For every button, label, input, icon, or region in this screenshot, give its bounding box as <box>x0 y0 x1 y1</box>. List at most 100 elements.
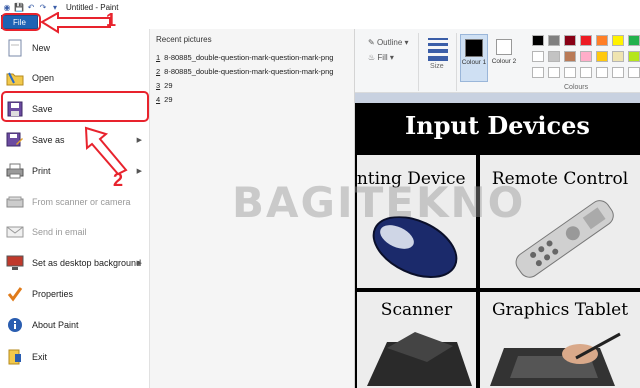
submenu-arrow-icon: ▶ <box>136 168 142 175</box>
poster-title: Input Devices <box>405 110 590 140</box>
recent-item-name: 8-80885_double-question-mark-question-ma… <box>164 67 334 76</box>
outline-icon: ✎ <box>368 38 377 47</box>
paint-app-icon: ◉ <box>3 2 11 12</box>
menu-item-open[interactable]: Open <box>0 63 150 93</box>
menu-item-label: Open <box>32 73 55 83</box>
recent-picture-item[interactable]: 2 8-80885_double-question-mark-question-m… <box>156 67 333 76</box>
poster-image: Input Devices inting Device Remote Contr… <box>355 103 640 388</box>
tablet-image <box>490 332 621 386</box>
palette-swatch[interactable] <box>564 51 576 62</box>
palette-swatch[interactable] <box>596 51 608 62</box>
menu-item-label: Send in email <box>32 227 87 237</box>
colour1-swatch <box>465 39 483 57</box>
recent-item-number: 2 <box>156 67 161 76</box>
recent-item-number: 3 <box>156 81 161 90</box>
arrow-2-icon <box>84 126 128 176</box>
menu-item-label: Print <box>32 166 51 176</box>
menu-item-label: Set as desktop background <box>32 258 142 268</box>
palette-custom-swatch[interactable] <box>596 67 608 78</box>
palette-custom-swatch[interactable] <box>564 67 576 78</box>
size-icon[interactable] <box>428 35 448 63</box>
scanner-image <box>367 332 472 386</box>
palette-custom-swatch[interactable] <box>532 67 544 78</box>
watermark: BAGITEKNO <box>232 178 526 227</box>
colour2-label: Colour 2 <box>491 58 517 65</box>
palette-swatch[interactable] <box>612 35 624 46</box>
menu-item-new[interactable]: New <box>0 33 150 63</box>
menu-item-label: From scanner or camera <box>32 197 131 207</box>
printer-icon <box>4 160 26 182</box>
recent-picture-item[interactable]: 1 8-80885_double-question-mark-question-m… <box>156 53 333 62</box>
menu-item-from-scanner-or-camera[interactable]: From scanner or camera <box>0 187 150 217</box>
recent-item-name: 29 <box>164 81 173 90</box>
palette-swatch[interactable] <box>564 35 576 46</box>
palette-swatch[interactable] <box>548 35 560 46</box>
menu-item-about-paint[interactable]: About Paint <box>0 310 150 340</box>
size-label: Size <box>430 63 444 70</box>
new-file-icon <box>4 37 26 59</box>
save-icon[interactable]: 💾 <box>14 2 24 12</box>
palette-swatch[interactable] <box>596 35 608 46</box>
step-2-number: 2 <box>113 170 124 190</box>
recent-pictures-header: Recent pictures <box>156 35 212 44</box>
graphics-tablet-cell: Graphics Tablet <box>480 292 640 388</box>
colour1-button[interactable]: Colour 1 <box>460 34 488 82</box>
menu-item-set-as-desktop-background[interactable]: Set as desktop background ▶ <box>0 248 150 278</box>
menu-item-send-in-email[interactable]: Send in email <box>0 217 150 247</box>
file-highlight-box <box>1 13 41 31</box>
info-icon <box>4 314 26 336</box>
recent-picture-item[interactable]: 4 29 <box>156 95 173 104</box>
fill-icon: ♨ <box>368 53 378 62</box>
arrow-1-icon <box>40 12 111 34</box>
paint-window: ◉ 💾 ↶ ↷ ▾ Untitled - Paint File ✎ Outlin… <box>0 0 640 388</box>
desktop-icon <box>4 252 26 274</box>
menu-item-properties[interactable]: Properties <box>0 279 150 309</box>
colour1-label: Colour 1 <box>461 59 487 66</box>
palette-custom-swatch[interactable] <box>628 67 640 78</box>
undo-icon[interactable]: ↶ <box>26 2 36 12</box>
step-1-number: 1 <box>106 10 117 30</box>
save-as-icon <box>4 129 26 151</box>
recent-item-name: 29 <box>164 95 173 104</box>
recent-picture-item[interactable]: 3 29 <box>156 81 173 90</box>
customize-icon[interactable]: ▾ <box>50 2 60 12</box>
colour2-button[interactable]: Colour 2 <box>490 34 518 82</box>
palette-custom-swatch[interactable] <box>612 67 624 78</box>
fill-dropdown[interactable]: ♨ Fill ▾ <box>368 53 394 62</box>
exit-icon <box>4 346 26 368</box>
palette-custom-swatch[interactable] <box>548 67 560 78</box>
file-menu: New Open Save Save as ▶ Print ▶ From scanner or… <box>0 29 150 388</box>
recent-item-number: 1 <box>156 53 161 62</box>
menu-item-label: Save as <box>32 135 65 145</box>
scanner-caption: Scanner <box>380 300 453 320</box>
recent-item-number: 4 <box>156 95 161 104</box>
outline-dropdown[interactable]: ✎ Outline ▾ <box>368 38 409 47</box>
ribbon-divider <box>418 33 419 91</box>
menu-item-exit[interactable]: Exit <box>0 342 150 372</box>
email-icon <box>4 221 26 243</box>
palette-swatch[interactable] <box>628 35 640 46</box>
redo-icon[interactable]: ↷ <box>38 2 48 12</box>
menu-item-label: New <box>32 43 51 53</box>
palette-swatch[interactable] <box>532 51 544 62</box>
colour2-swatch <box>496 39 512 55</box>
graphics-tablet-caption: Graphics Tablet <box>491 300 629 320</box>
submenu-arrow-icon: ▶ <box>136 260 142 267</box>
palette-swatch[interactable] <box>628 51 640 62</box>
colours-group-label: Colours <box>564 84 589 91</box>
palette-swatch[interactable] <box>580 35 592 46</box>
palette-custom-swatch[interactable] <box>580 67 592 78</box>
menu-item-label: Exit <box>32 352 48 362</box>
scanner-icon <box>4 191 26 213</box>
palette-swatch[interactable] <box>548 51 560 62</box>
checkmark-icon <box>4 283 26 305</box>
scanner-cell: Scanner <box>357 292 476 388</box>
palette-swatch[interactable] <box>532 35 544 46</box>
menu-item-label: Properties <box>32 289 74 299</box>
ribbon-divider <box>456 33 457 91</box>
palette-swatch[interactable] <box>612 51 624 62</box>
palette-swatch[interactable] <box>580 51 592 62</box>
save-highlight-box <box>1 91 149 122</box>
recent-item-name: 8-80885_double-question-mark-question-ma… <box>164 53 334 62</box>
open-folder-icon <box>4 67 26 89</box>
